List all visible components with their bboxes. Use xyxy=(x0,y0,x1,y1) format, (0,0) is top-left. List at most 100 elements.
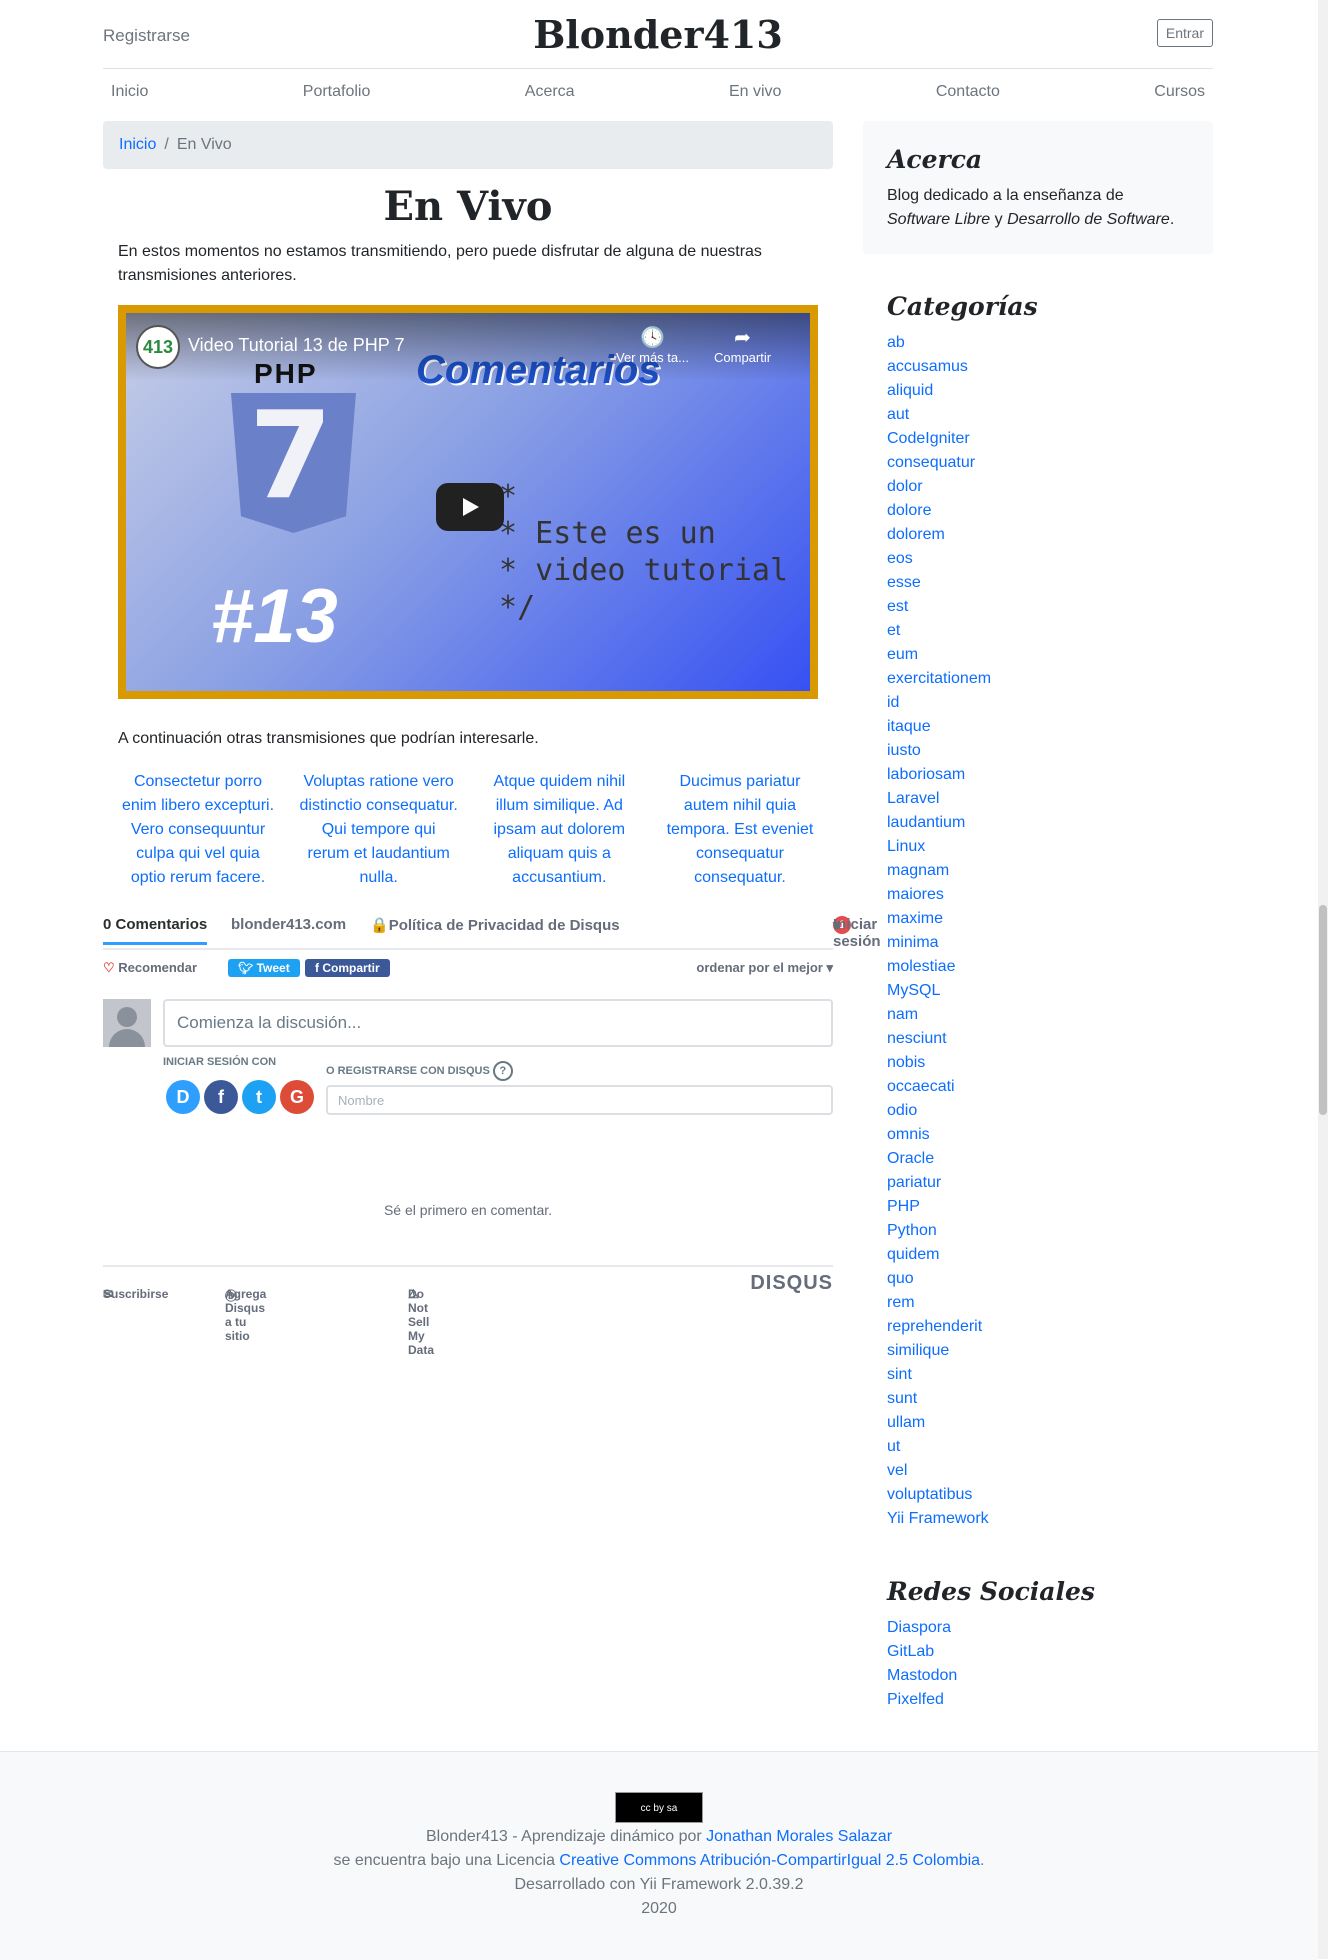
recommend-button[interactable]: ♡ Recomendar xyxy=(103,960,197,976)
category-link[interactable]: ut xyxy=(887,1435,1207,1459)
help-icon[interactable]: ? xyxy=(492,1061,513,1081)
watch-later-button[interactable]: 🕓 Ver más ta... xyxy=(616,325,689,365)
scrollbar[interactable] xyxy=(1318,0,1328,1959)
category-link[interactable]: quo xyxy=(887,1267,1207,1291)
main-nav: Inicio Portafolio Acerca En vivo Contact… xyxy=(103,70,1213,114)
category-link[interactable]: minima xyxy=(887,931,1207,955)
sort-dropdown[interactable]: ordenar por el mejor ▾ xyxy=(696,960,833,976)
nav-cursos[interactable]: Cursos xyxy=(1154,70,1205,114)
category-link[interactable]: eos xyxy=(887,547,1207,571)
category-link[interactable]: eum xyxy=(887,643,1207,667)
category-link[interactable]: dolore xyxy=(887,499,1207,523)
category-link[interactable]: Linux xyxy=(887,835,1207,859)
related-item[interactable]: Ducimus pariatur autem nihil quia tempor… xyxy=(660,770,820,890)
category-link[interactable]: exercitationem xyxy=(887,667,1207,691)
facebook-share-button[interactable]: f Compartir xyxy=(305,959,390,977)
tab-privacy[interactable]: 🔒Política de Privacidad de Disqus xyxy=(370,916,620,934)
category-link[interactable]: CodeIgniter xyxy=(887,427,1207,451)
category-link[interactable]: est xyxy=(887,595,1207,619)
category-link[interactable]: Python xyxy=(887,1219,1207,1243)
watch-later-label: Ver más ta... xyxy=(616,350,689,365)
license-link[interactable]: Creative Commons Atribución-CompartirIgu… xyxy=(559,1852,980,1869)
category-link[interactable]: MySQL xyxy=(887,979,1207,1003)
category-link[interactable]: ab xyxy=(887,331,1207,355)
category-link[interactable]: nam xyxy=(887,1003,1207,1027)
social-link[interactable]: Mastodon xyxy=(887,1664,1207,1688)
social-link[interactable]: Pixelfed xyxy=(887,1688,1207,1712)
nav-portafolio[interactable]: Portafolio xyxy=(303,70,371,114)
cc-license-badge[interactable]: cc by sa xyxy=(615,1792,703,1823)
social-link[interactable]: Diaspora xyxy=(887,1616,1207,1640)
video-embed[interactable]: PHP 7 Comentarios #13 /* * Este es un * … xyxy=(118,305,818,699)
related-item[interactable]: Atque quidem nihil illum similique. Ad i… xyxy=(479,770,639,890)
tweet-button[interactable]: 🐦︎ Tweet xyxy=(228,959,300,977)
google-login-icon[interactable]: G xyxy=(280,1080,314,1114)
category-link[interactable]: dolorem xyxy=(887,523,1207,547)
tab-site[interactable]: blonder413.com xyxy=(231,916,346,933)
related-item[interactable]: Voluptas ratione vero distinctio consequ… xyxy=(299,770,459,890)
category-link[interactable]: similique xyxy=(887,1339,1207,1363)
share-button[interactable]: ➦ Compartir xyxy=(714,325,771,365)
category-link[interactable]: maiores xyxy=(887,883,1207,907)
category-link[interactable]: laboriosam xyxy=(887,763,1207,787)
nav-contacto[interactable]: Contacto xyxy=(936,70,1000,114)
category-link[interactable]: aliquid xyxy=(887,379,1207,403)
category-link[interactable]: aut xyxy=(887,403,1207,427)
category-link[interactable]: reprehenderit xyxy=(887,1315,1207,1339)
fb-share-label: Compartir xyxy=(322,961,380,975)
category-link[interactable]: pariatur xyxy=(887,1171,1207,1195)
name-field[interactable]: Nombre xyxy=(326,1085,833,1115)
category-link[interactable]: occaecati xyxy=(887,1075,1207,1099)
category-link[interactable]: nobis xyxy=(887,1051,1207,1075)
nav-acerca[interactable]: Acerca xyxy=(525,70,575,114)
category-link[interactable]: quidem xyxy=(887,1243,1207,1267)
category-link[interactable]: omnis xyxy=(887,1123,1207,1147)
category-link[interactable]: Yii Framework xyxy=(887,1507,1207,1531)
chevron-down-icon: ▾ xyxy=(826,960,833,975)
disqus-logo[interactable]: DISQUS xyxy=(750,1272,833,1295)
category-link[interactable]: Laravel xyxy=(887,787,1207,811)
category-link[interactable]: maxime xyxy=(887,907,1207,931)
category-link[interactable]: dolor xyxy=(887,475,1207,499)
category-link[interactable]: odio xyxy=(887,1099,1207,1123)
twitter-login-icon[interactable]: t xyxy=(242,1080,276,1114)
category-link[interactable]: iusto xyxy=(887,739,1207,763)
about-title: Acerca xyxy=(887,145,983,174)
comment-input[interactable]: Comienza la discusión... xyxy=(163,999,833,1047)
category-link[interactable]: id xyxy=(887,691,1207,715)
nav-en-vivo[interactable]: En vivo xyxy=(729,70,781,114)
author-link[interactable]: Jonathan Morales Salazar xyxy=(706,1828,892,1845)
scrollbar-thumb[interactable] xyxy=(1319,905,1327,1115)
category-link[interactable]: nesciunt xyxy=(887,1027,1207,1051)
disqus-login-icon[interactable]: D xyxy=(166,1080,200,1114)
category-link[interactable]: consequatur xyxy=(887,451,1207,475)
tab-comments[interactable]: 0 Comentarios xyxy=(103,916,208,945)
channel-logo[interactable]: 413 xyxy=(136,325,180,369)
nav-inicio[interactable]: Inicio xyxy=(111,70,148,114)
category-link[interactable]: laudantium xyxy=(887,811,1207,835)
facebook-login-icon[interactable]: f xyxy=(204,1080,238,1114)
login-button[interactable]: Entrar xyxy=(1156,19,1213,47)
category-link[interactable]: voluptatibus xyxy=(887,1483,1207,1507)
category-link[interactable]: PHP xyxy=(887,1195,1207,1219)
related-item[interactable]: Consectetur porro enim libero excepturi.… xyxy=(118,770,278,890)
category-link[interactable]: et xyxy=(887,619,1207,643)
category-link[interactable]: magnam xyxy=(887,859,1207,883)
category-link[interactable]: Oracle xyxy=(887,1147,1207,1171)
category-link[interactable]: ullam xyxy=(887,1411,1207,1435)
video-title[interactable]: Video Tutorial 13 de PHP 7 xyxy=(188,335,404,356)
social-link[interactable]: GitLab xyxy=(887,1640,1207,1664)
category-link[interactable]: molestiae xyxy=(887,955,1207,979)
footer-line-2: se encuentra bajo una Licencia Creative … xyxy=(0,1849,1318,1873)
category-link[interactable]: rem xyxy=(887,1291,1207,1315)
category-link[interactable]: vel xyxy=(887,1459,1207,1483)
category-link[interactable]: sunt xyxy=(887,1387,1207,1411)
category-link[interactable]: accusamus xyxy=(887,355,1207,379)
video-thumbnail[interactable]: PHP 7 Comentarios #13 /* * Este es un * … xyxy=(126,313,810,691)
category-link[interactable]: esse xyxy=(887,571,1207,595)
breadcrumb-home[interactable]: Inicio xyxy=(119,136,156,153)
category-link[interactable]: itaque xyxy=(887,715,1207,739)
site-brand[interactable]: Blonder413 xyxy=(103,12,1213,57)
category-link[interactable]: sint xyxy=(887,1363,1207,1387)
play-button[interactable] xyxy=(436,483,504,531)
